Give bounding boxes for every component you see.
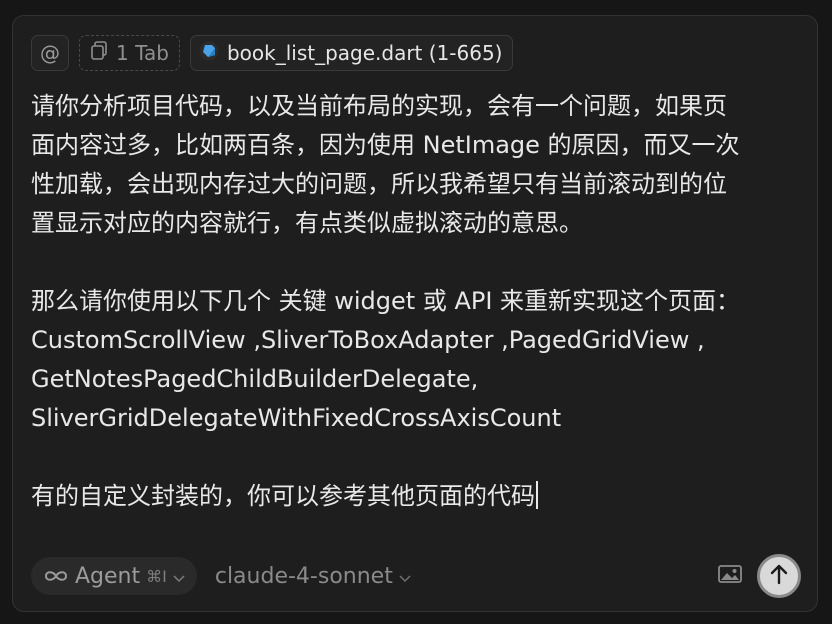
tab-chip-label: 1 Tab [116, 41, 169, 65]
prompt-line: 置显示对应的内容就行，有点类似虚拟滚动的意思。 [31, 209, 583, 237]
model-label: claude-4-sonnet [214, 563, 393, 589]
mention-symbol: @ [40, 41, 60, 65]
prompt-blank-line [31, 438, 797, 477]
prompt-line: GetNotesPagedChildBuilderDelegate, [31, 365, 479, 393]
arrow-up-icon [769, 563, 789, 589]
prompt-input[interactable]: 请你分析项目代码，以及当前布局的实现，会有一个问题，如果页 面内容过多，比如两百… [31, 87, 797, 516]
prompt-line: 性加载，会出现内存过大的问题，所以我希望只有当前滚动到的位 [31, 170, 727, 198]
image-icon [718, 564, 742, 588]
copy-icon [90, 40, 108, 66]
prompt-line: 那么请你使用以下几个 关键 widget 或 API 来重新实现这个页面： [31, 287, 741, 315]
infinity-icon [43, 564, 69, 589]
add-context-button[interactable]: @ [31, 35, 69, 71]
mode-shortcut: ⌘I [146, 566, 167, 586]
tab-context-chip[interactable]: 1 Tab [79, 35, 180, 71]
model-selector[interactable]: claude-4-sonnet [215, 564, 411, 589]
context-chip-row: @ 1 Tab book_list_page.dart (1-665) [31, 34, 514, 72]
text-caret [536, 481, 538, 509]
chevron-down-icon [173, 564, 185, 589]
prompt-last-line: 有的自定义封装的，你可以参考其他页面的代码 [31, 477, 797, 516]
mode-label: Agent [75, 563, 141, 589]
prompt-blank-line [31, 243, 797, 282]
send-button[interactable] [757, 554, 801, 598]
attach-image-button[interactable] [715, 561, 745, 591]
composer-toolbar: Agent ⌘I claude-4-sonnet [31, 554, 801, 598]
chat-composer: @ 1 Tab book_list_page.dart (1-665) 请你分析… [12, 15, 818, 612]
prompt-line-text: 有的自定义封装的，你可以参考其他页面的代码 [31, 482, 535, 510]
prompt-line: 请你分析项目代码，以及当前布局的实现，会有一个问题，如果页 [31, 92, 727, 120]
prompt-line: 面内容过多，比如两百条，因为使用 NetImage 的原因，而又一次 [31, 131, 740, 159]
file-context-chip[interactable]: book_list_page.dart (1-665) [189, 35, 514, 71]
prompt-line: CustomScrollView ,SliverToBoxAdapter ,Pa… [31, 326, 705, 354]
dart-icon [199, 41, 219, 66]
chevron-down-icon [399, 564, 411, 589]
mode-selector[interactable]: Agent ⌘I [31, 557, 197, 595]
prompt-line: SliverGridDelegateWithFixedCrossAxisCoun… [31, 404, 562, 432]
file-chip-label: book_list_page.dart (1-665) [226, 41, 503, 65]
